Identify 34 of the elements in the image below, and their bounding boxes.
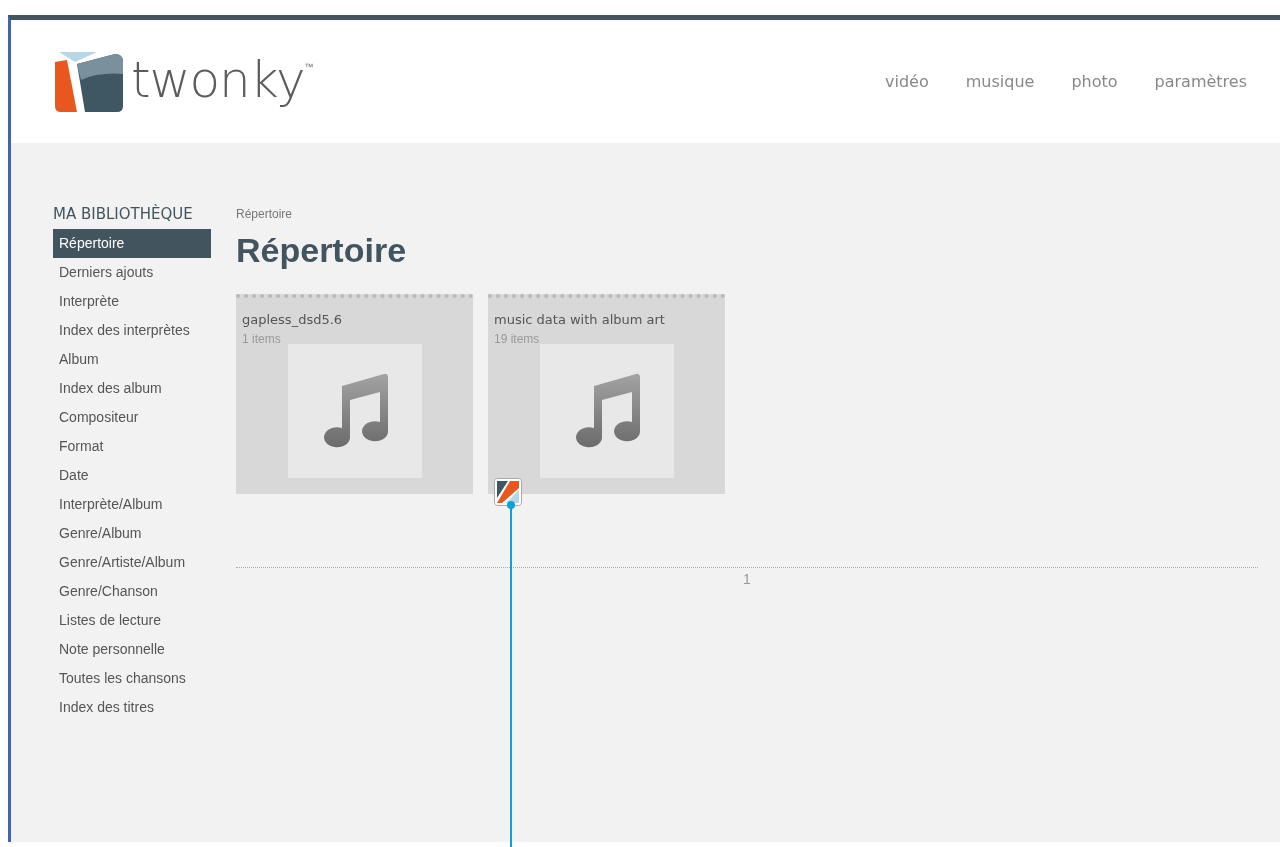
folder-name: music data with album art xyxy=(494,312,666,327)
sidebar-item[interactable]: Toutes les chansons xyxy=(53,664,211,693)
sidebar-item[interactable]: Note personnelle xyxy=(53,635,211,664)
page-title: Répertoire xyxy=(236,231,408,270)
folder-name: gapless_dsd5.6 xyxy=(242,312,344,327)
folder-card[interactable]: music data with album art 19 items xyxy=(488,294,725,494)
music-note-icon xyxy=(321,372,388,450)
sidebar-item[interactable]: Genre/Chanson xyxy=(53,577,211,606)
sidebar-item[interactable]: Index des album xyxy=(53,374,211,403)
sidebar-item[interactable]: Derniers ajouts xyxy=(53,258,211,287)
sidebar-item[interactable]: Répertoire xyxy=(53,229,211,258)
sidebar-item[interactable]: Compositeur xyxy=(53,403,211,432)
breadcrumb: Répertoire xyxy=(236,207,294,221)
item-count: 19 items xyxy=(494,332,541,346)
nav-link[interactable]: vidéo xyxy=(885,72,929,91)
sidebar-item[interactable]: Genre/Artiste/Album xyxy=(53,548,211,577)
sidebar-title: MA BIBLIOTHÈQUE xyxy=(53,205,194,223)
sidebar-item[interactable]: Genre/Album xyxy=(53,519,211,548)
nav-link[interactable]: musique xyxy=(965,72,1035,91)
nav-link[interactable]: photo xyxy=(1071,72,1118,91)
sidebar-item[interactable]: Format xyxy=(53,432,211,461)
sidebar-item[interactable]: Index des interprètes xyxy=(53,316,211,345)
item-count: 1 items xyxy=(242,332,282,346)
folder-card[interactable]: gapless_dsd5.6 1 items xyxy=(236,294,473,494)
nav-link[interactable]: paramètres xyxy=(1154,72,1247,91)
music-note-icon xyxy=(573,372,640,450)
trademark-sign: ™ xyxy=(304,61,314,72)
sidebar-item[interactable]: Listes de lecture xyxy=(53,606,211,635)
logo-wordmark: twonky xyxy=(131,49,305,111)
sidebar-item[interactable]: Album xyxy=(53,345,211,374)
sidebar-item[interactable]: Interprète/Album xyxy=(53,490,211,519)
sidebar-item[interactable]: Date xyxy=(53,461,211,490)
sidebar-item[interactable]: Interprète xyxy=(53,287,211,316)
sidebar-item[interactable]: Index des titres xyxy=(53,693,211,722)
